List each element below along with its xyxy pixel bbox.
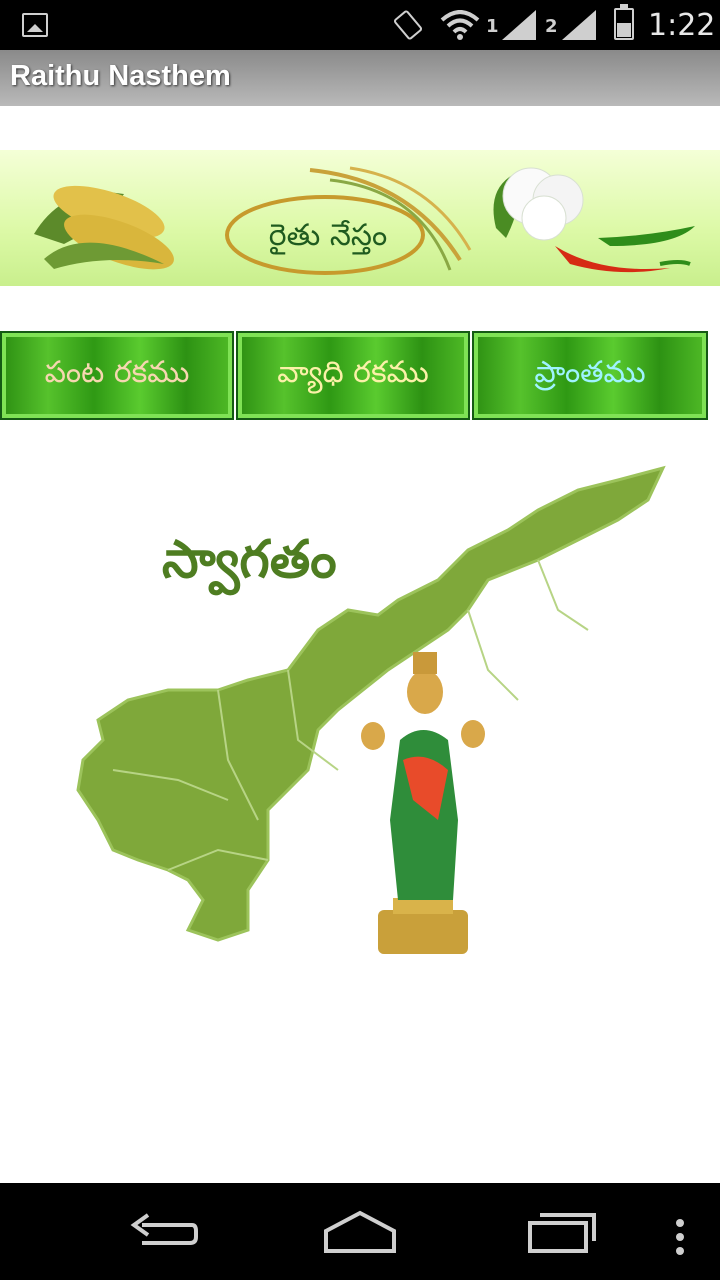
- welcome-text: స్వాగతం: [162, 530, 337, 590]
- recent-apps-icon[interactable]: [522, 1201, 602, 1261]
- map-icon: [76, 465, 666, 954]
- status-bar: 1 2 1:22: [0, 0, 720, 50]
- banner-title: రైతు నేస్తం: [268, 218, 388, 253]
- crop-type-label: పంట రకము: [44, 354, 190, 390]
- navigation-bar: [0, 1183, 720, 1280]
- sim2-label: 2: [545, 16, 558, 37]
- battery-icon: [614, 4, 634, 40]
- overflow-menu-icon[interactable]: [660, 1201, 700, 1261]
- back-icon[interactable]: [122, 1201, 202, 1261]
- clock: 1:22: [648, 8, 716, 43]
- home-icon[interactable]: [320, 1201, 400, 1261]
- gallery-icon: [22, 13, 48, 37]
- app-title: Raithu Nasthem: [10, 60, 231, 92]
- sim1-label: 1: [486, 16, 499, 37]
- rotate-icon: [392, 9, 424, 41]
- chilli-icon: [555, 226, 695, 273]
- signal-icon: [562, 10, 596, 40]
- signal-icon: [502, 10, 536, 40]
- crop-type-button[interactable]: పంట రకము: [0, 331, 234, 420]
- disease-type-button[interactable]: వ్యాధి రకము: [236, 331, 470, 420]
- region-button[interactable]: ప్రాంతము: [472, 331, 708, 420]
- corn-icon: [34, 185, 174, 270]
- statue-icon: [361, 652, 485, 954]
- wifi-icon: [440, 10, 480, 40]
- action-bar: Raithu Nasthem: [0, 50, 720, 106]
- disease-type-label: వ్యాధి రకము: [277, 354, 429, 390]
- region-label: ప్రాంతము: [534, 354, 646, 390]
- state-map-image: [18, 440, 702, 990]
